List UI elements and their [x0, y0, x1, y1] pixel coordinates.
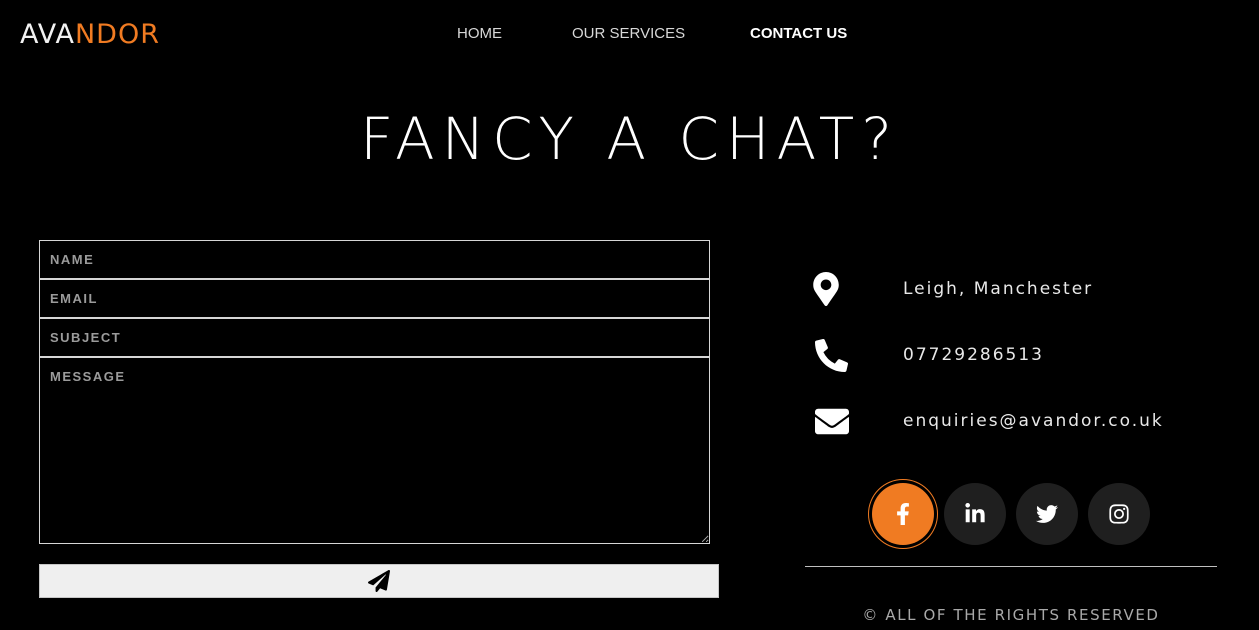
- nav-contact-link[interactable]: CONTACT US: [750, 25, 847, 42]
- twitter-button[interactable]: [1016, 483, 1078, 545]
- linkedin-icon: [965, 503, 985, 523]
- phone-text[interactable]: 07729286513: [903, 345, 1044, 365]
- email-input[interactable]: [39, 279, 710, 318]
- main-nav: HOME OUR SERVICES CONTACT US: [0, 25, 1259, 47]
- nav-services-link[interactable]: OUR SERVICES: [572, 25, 685, 42]
- copyright-text: © ALL OF THE RIGHTS RESERVED: [862, 606, 1160, 624]
- map-pin-icon: [805, 272, 903, 306]
- message-textarea[interactable]: [39, 357, 710, 544]
- location-text: Leigh, Manchester: [903, 279, 1094, 299]
- envelope-icon: [805, 408, 903, 435]
- twitter-icon: [1036, 505, 1058, 523]
- facebook-button[interactable]: [872, 483, 934, 545]
- nav-home-link[interactable]: HOME: [457, 25, 502, 42]
- name-input[interactable]: [39, 240, 710, 279]
- phone-icon: [805, 338, 903, 372]
- linkedin-button[interactable]: [944, 483, 1006, 545]
- contact-location: Leigh, Manchester: [805, 267, 1225, 311]
- send-button[interactable]: [39, 564, 719, 598]
- contact-phone: 07729286513: [805, 333, 1225, 377]
- contact-form: [39, 240, 710, 544]
- subject-input[interactable]: [39, 318, 710, 357]
- page-title: FANCY A CHAT?: [359, 105, 900, 173]
- instagram-icon: [1109, 504, 1129, 524]
- instagram-button[interactable]: [1088, 483, 1150, 545]
- email-text[interactable]: enquiries@avandor.co.uk: [903, 411, 1164, 431]
- paper-plane-icon: [368, 570, 390, 592]
- footer-divider: [805, 566, 1217, 567]
- contact-email: enquiries@avandor.co.uk: [805, 399, 1225, 443]
- facebook-icon: [897, 503, 909, 525]
